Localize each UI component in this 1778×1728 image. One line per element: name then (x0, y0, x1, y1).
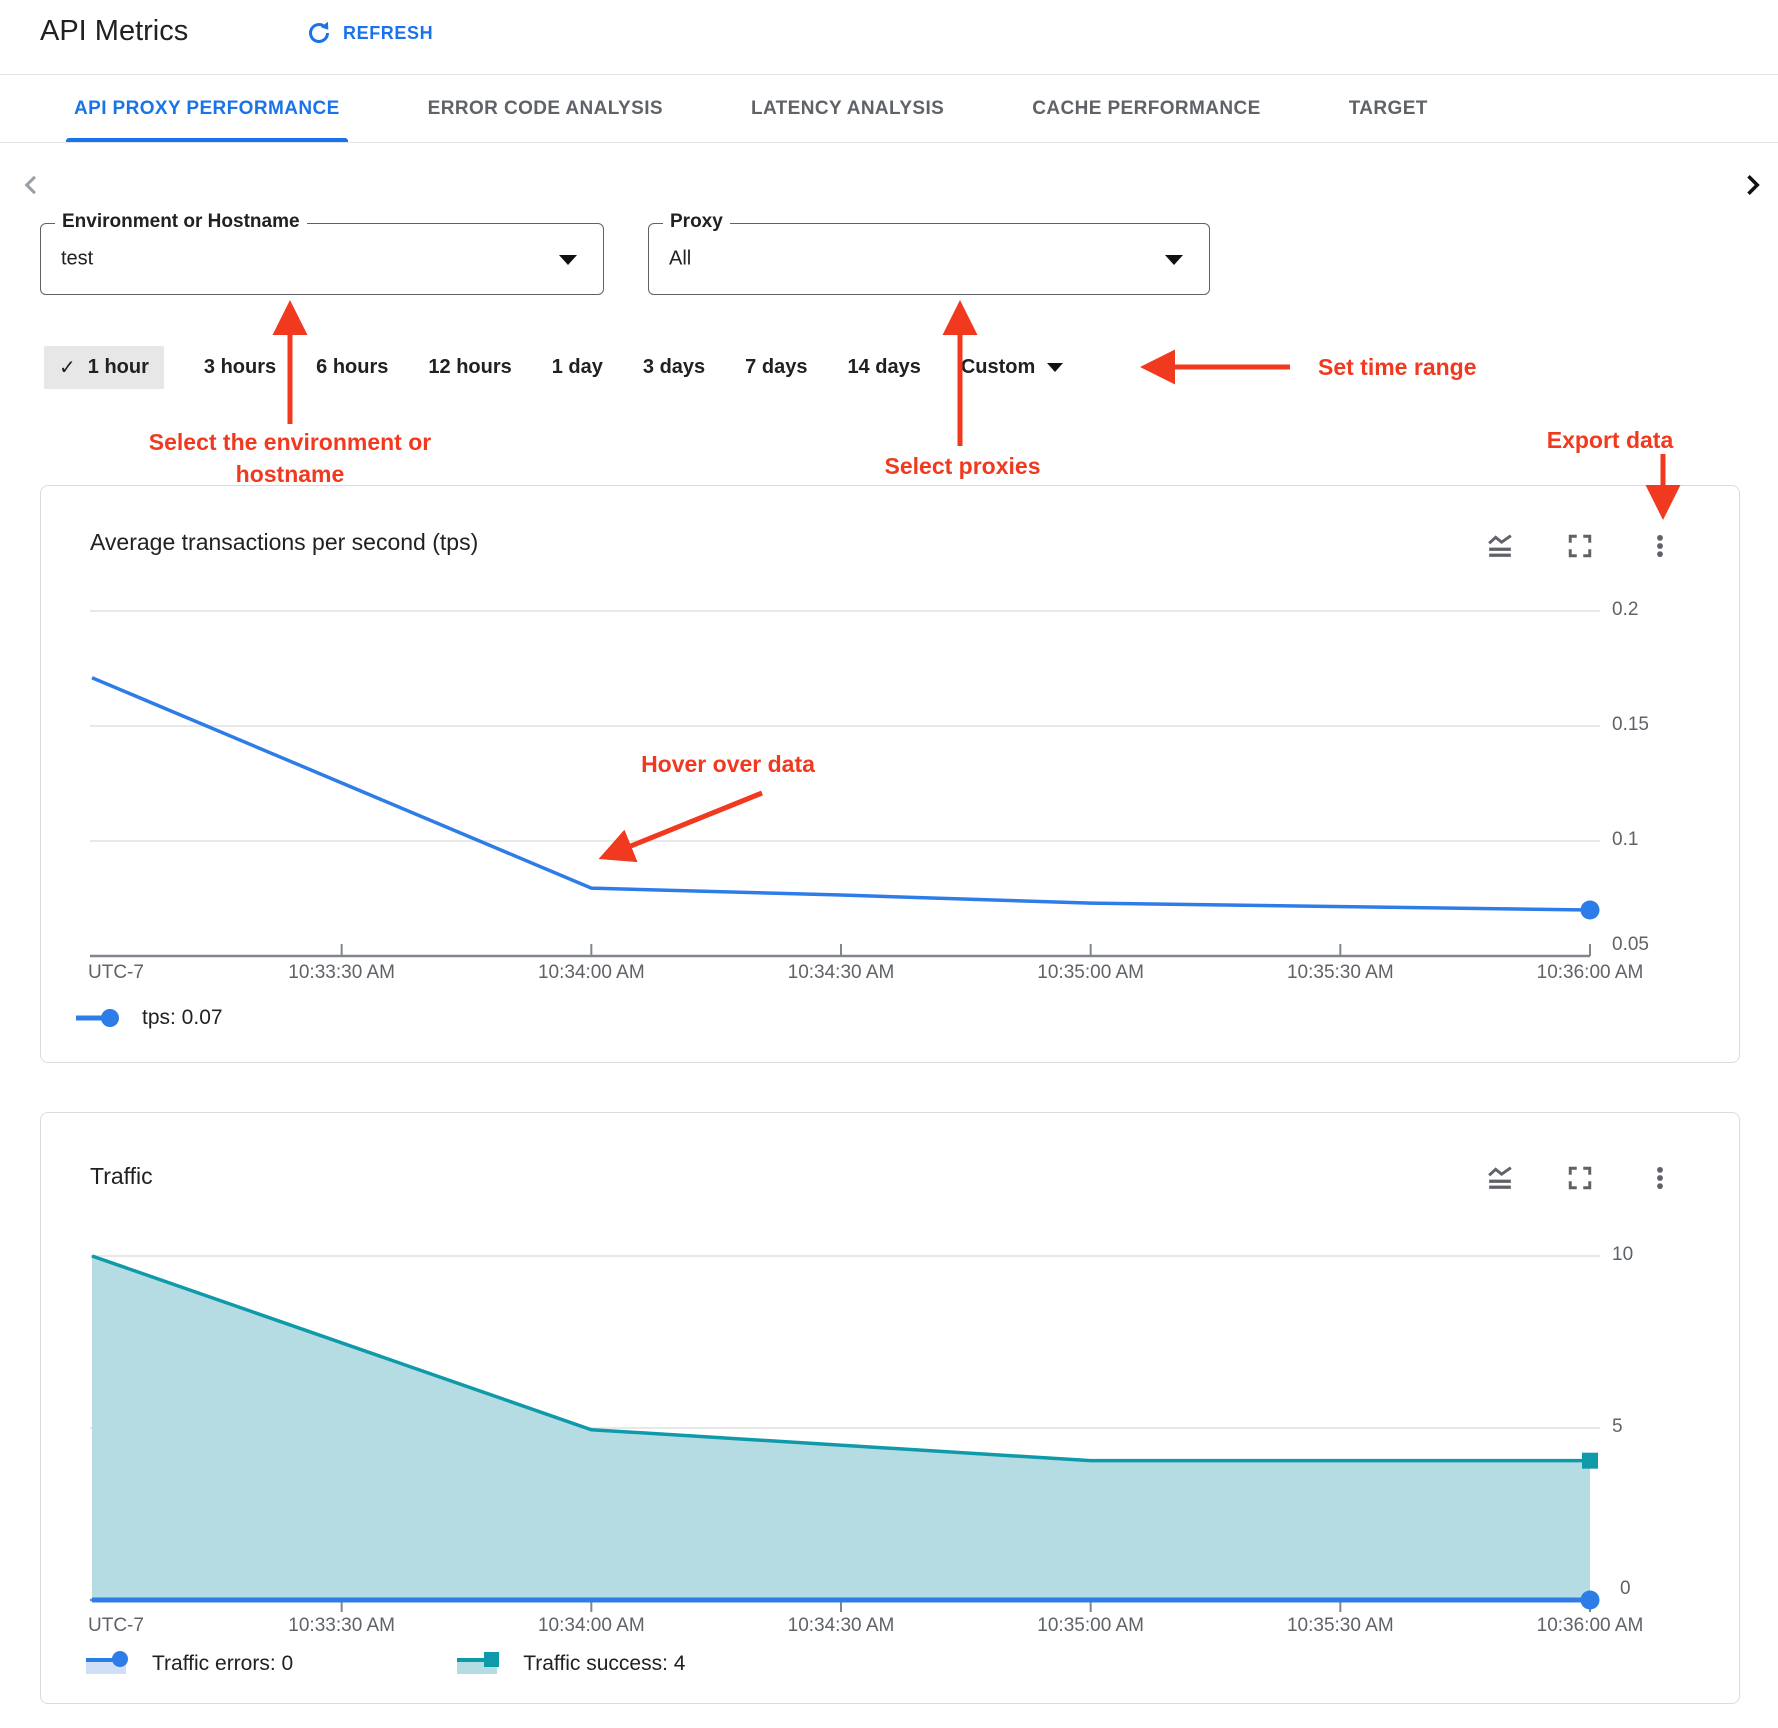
time-range-option-label: 3 hours (204, 356, 276, 379)
check-icon: ✓ (59, 355, 76, 380)
legend-label: Traffic success: 4 (523, 1652, 685, 1676)
time-range-option-label: 14 days (847, 356, 920, 379)
tab-target[interactable]: TARGET (1341, 75, 1436, 142)
tab-latency-analysis[interactable]: LATENCY ANALYSIS (743, 75, 952, 142)
page-title: API Metrics (40, 15, 188, 48)
annotation-hover-over-data: Hover over data (608, 748, 848, 780)
chart-type-icon[interactable] (1487, 1165, 1513, 1191)
time-range-option-label: 7 days (745, 356, 807, 379)
kebab-menu-icon[interactable] (1647, 533, 1673, 559)
tab-cache-performance[interactable]: CACHE PERFORMANCE (1024, 75, 1268, 142)
legend-label: tps: 0.07 (142, 1006, 223, 1030)
legend-item-tps[interactable]: tps: 0.07 (74, 1002, 223, 1034)
chart-type-icon[interactable] (1487, 533, 1513, 559)
refresh-button[interactable]: REFRESH (306, 20, 433, 46)
traffic-chart-card (40, 1112, 1740, 1704)
time-range-option-6-hours[interactable]: 6 hours (316, 356, 388, 379)
tab-bar: API PROXY PERFORMANCE ERROR CODE ANALYSIS… (0, 75, 1778, 143)
traffic-chart-title: Traffic (90, 1163, 153, 1190)
time-range-option-1-hour[interactable]: ✓ 1 hour (44, 346, 164, 389)
annotation-select-environment: Select the environment or hostname (100, 426, 480, 490)
proxy-dropdown-label: Proxy (663, 211, 730, 233)
time-range-option-label: 12 hours (428, 356, 511, 379)
chevron-left-icon[interactable] (18, 171, 46, 199)
area-dot-swatch-icon (84, 1648, 134, 1680)
environment-dropdown[interactable]: Environment or Hostname test (40, 223, 604, 295)
time-range-option-label: 6 hours (316, 356, 388, 379)
tps-chart-title: Average transactions per second (tps) (90, 529, 478, 556)
area-square-swatch-icon (455, 1648, 505, 1680)
annotation-line: hostname (100, 458, 480, 490)
refresh-icon (306, 20, 332, 46)
api-metrics-page: API Metrics REFRESH API PROXY PERFORMANC… (0, 0, 1778, 1728)
time-range-option-3-days[interactable]: 3 days (643, 356, 705, 379)
time-range-option-label: 1 hour (88, 356, 149, 379)
tab-list: API PROXY PERFORMANCE ERROR CODE ANALYSIS… (66, 75, 1436, 142)
time-range-option-14-days[interactable]: 14 days (847, 356, 920, 379)
annotation-export-data: Export data (1520, 424, 1700, 456)
dropdown-caret-icon (1047, 363, 1063, 372)
legend-label: Traffic errors: 0 (152, 1652, 293, 1676)
tps-legend: tps: 0.07 (74, 1002, 223, 1034)
tps-chart-toolbar (1487, 533, 1673, 559)
line-dot-swatch-icon (74, 1002, 124, 1034)
time-range-option-label: 3 days (643, 356, 705, 379)
time-range-option-label: 1 day (552, 356, 603, 379)
fullscreen-icon[interactable] (1567, 533, 1593, 559)
header: API Metrics REFRESH (0, 0, 1778, 75)
tab-error-code-analysis[interactable]: ERROR CODE ANALYSIS (420, 75, 671, 142)
environment-dropdown-value: test (61, 248, 93, 271)
kebab-menu-icon[interactable] (1647, 1165, 1673, 1191)
time-range-option-3-hours[interactable]: 3 hours (204, 356, 276, 379)
annotation-select-proxies: Select proxies (845, 450, 1080, 482)
tps-chart-card (40, 485, 1740, 1063)
annotation-line: Select the environment or (100, 426, 480, 458)
refresh-label: REFRESH (343, 23, 433, 44)
proxy-dropdown[interactable]: Proxy All (648, 223, 1210, 295)
proxy-dropdown-value: All (669, 248, 691, 271)
custom-label: Custom (961, 356, 1035, 379)
legend-item-traffic-success[interactable]: Traffic success: 4 (455, 1648, 685, 1680)
dropdown-caret-icon (1165, 255, 1183, 265)
fullscreen-icon[interactable] (1567, 1165, 1593, 1191)
traffic-chart-toolbar (1487, 1165, 1673, 1191)
time-range-bar: ✓ 1 hour 3 hours 6 hours 12 hours 1 day 3 days… (44, 344, 1063, 390)
chevron-right-icon[interactable] (1738, 171, 1766, 199)
time-range-option-7-days[interactable]: 7 days (745, 356, 807, 379)
tab-api-proxy-performance[interactable]: API PROXY PERFORMANCE (66, 75, 348, 142)
annotation-set-time-range: Set time range (1318, 351, 1477, 383)
dropdown-caret-icon (559, 255, 577, 265)
legend-item-traffic-errors[interactable]: Traffic errors: 0 (84, 1648, 293, 1680)
environment-dropdown-label: Environment or Hostname (55, 211, 307, 233)
traffic-legend: Traffic errors: 0 Traffic success: 4 (84, 1648, 685, 1680)
time-range-option-12-hours[interactable]: 12 hours (428, 356, 511, 379)
time-range-option-custom[interactable]: Custom (961, 356, 1063, 379)
time-range-option-1-day[interactable]: 1 day (552, 356, 603, 379)
